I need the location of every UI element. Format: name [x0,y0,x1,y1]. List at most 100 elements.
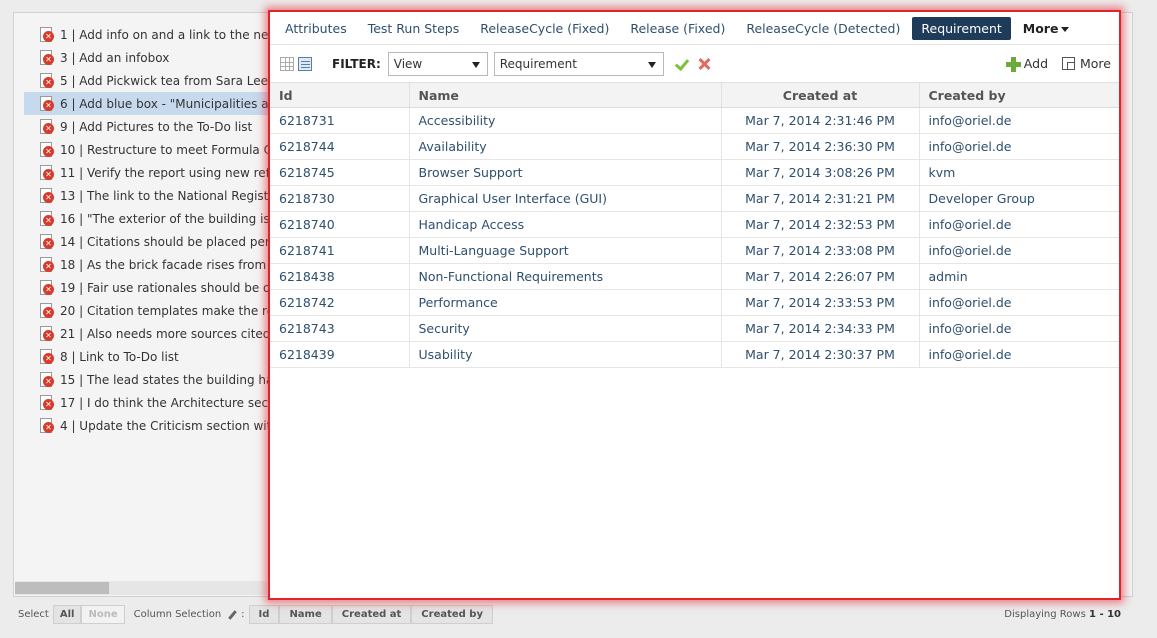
delete-mark-icon: ✕ [43,352,54,364]
cell-id[interactable]: 6218730 [270,185,410,212]
more-actions-icon[interactable] [1062,57,1075,70]
tab-test-run-steps[interactable]: Test Run Steps [359,17,469,40]
displaying-rows: Displaying Rows 1 - 10 [1004,609,1121,620]
deleted-document-icon: ✕ [40,302,54,319]
cell-id[interactable]: 6218439 [270,341,410,368]
column-header-name[interactable]: Name [409,82,722,108]
list-item[interactable]: ✕ 10 | Restructure to meet Formula On [24,138,274,161]
cell-name[interactable]: Handicap Access [409,211,722,238]
deleted-document-icon: ✕ [40,118,54,135]
pencil-icon[interactable] [228,610,238,620]
view-select[interactable]: View [387,51,488,76]
cell-name[interactable]: Browser Support [409,159,722,186]
deleted-document-icon: ✕ [40,417,54,434]
type-select[interactable]: Requirement [493,51,664,76]
column-toggle-button[interactable]: Created at [331,605,412,624]
list-item[interactable]: ✕ 3 | Add an infobox [24,46,274,69]
cell-id[interactable]: 6218742 [270,289,410,316]
cell-id[interactable]: 6218740 [270,211,410,238]
cell-id[interactable]: 6218745 [270,159,410,186]
cell-name[interactable]: Usability [409,341,722,368]
list-view-icon[interactable] [298,56,312,71]
cell-name[interactable]: Non-Functional Requirements [409,263,722,290]
delete-mark-icon: ✕ [43,122,54,134]
cell-name[interactable]: Availability [409,133,722,160]
cell-id[interactable]: 6218731 [270,107,410,134]
list-item[interactable]: ✕ 17 | I do think the Architecture sectio [24,391,274,414]
cell-created-at: Mar 7, 2014 3:08:26 PM [721,159,920,186]
scrollbar-thumb[interactable] [15,582,109,594]
table-row[interactable]: 6218438 Non-Functional Requirements Mar 7,… [270,263,1119,290]
tab-requirement[interactable]: Requirement [912,16,1011,40]
more-button[interactable]: More [1080,56,1111,71]
cell-name[interactable]: Accessibility [409,107,722,134]
list-item[interactable]: ✕ 21 | Also needs more sources cited f [24,322,274,345]
cell-created-by: info@oriel.de [919,133,1119,160]
cell-created-by: admin [919,263,1119,290]
cell-created-at: Mar 7, 2014 2:31:46 PM [721,107,920,134]
column-header-created-by[interactable]: Created by [919,82,1119,108]
list-item[interactable]: ✕ 5 | Add Pickwick tea from Sara Lee ( [24,69,274,92]
list-item[interactable]: ✕ 4 | Update the Criticism section with [24,414,274,437]
cell-created-by: info@oriel.de [919,341,1119,368]
column-toggle-button[interactable]: Created by [411,605,493,624]
column-toggle-button[interactable]: Name [279,605,332,624]
cell-created-by: info@oriel.de [919,211,1119,238]
apply-filter-icon[interactable] [674,56,690,72]
list-item[interactable]: ✕ 20 | Citation templates make the ref [24,299,274,322]
list-item[interactable]: ✕ 9 | Add Pictures to the To-Do list [24,115,274,138]
deleted-document-icon: ✕ [40,233,54,250]
list-item[interactable]: ✕ 8 | Link to To-Do list [24,345,274,368]
list-item[interactable]: ✕ 11 | Verify the report using new refe [24,161,274,184]
table-row[interactable]: 6218740 Handicap Access Mar 7, 2014 2:32:5… [270,211,1119,238]
column-header-created-at[interactable]: Created at [721,82,920,108]
list-item[interactable]: ✕ 18 | As the brick facade rises from th [24,253,274,276]
list-item[interactable]: ✕ 14 | Citations should be placed per W [24,230,274,253]
cell-created-at: Mar 7, 2014 2:32:53 PM [721,211,920,238]
list-item-label: 14 | Citations should be placed per W [60,234,274,249]
cell-name[interactable]: Security [409,315,722,342]
select-none-button[interactable]: None [81,605,125,624]
list-item[interactable]: ✕ 19 | Fair use rationales should be on [24,276,274,299]
deleted-document-icon: ✕ [40,325,54,342]
cell-id[interactable]: 6218744 [270,133,410,160]
list-item[interactable]: ✕ 13 | The link to the National Register [24,184,274,207]
column-toggle-button[interactable]: Id [248,605,280,624]
add-button[interactable]: Add [1024,56,1048,71]
cell-created-by: info@oriel.de [919,289,1119,316]
cell-id[interactable]: 6218438 [270,263,410,290]
cell-id[interactable]: 6218741 [270,237,410,264]
tab-releasecycle-fixed[interactable]: ReleaseCycle (Fixed) [471,17,618,40]
tab-release-fixed[interactable]: Release (Fixed) [621,17,734,40]
deleted-document-icon: ✕ [40,210,54,227]
list-item[interactable]: ✕ 16 | "The exterior of the building is a [24,207,274,230]
tab-attributes[interactable]: Attributes [276,17,356,40]
cell-name[interactable]: Performance [409,289,722,316]
cell-name[interactable]: Multi-Language Support [409,237,722,264]
table-row[interactable]: 6218743 Security Mar 7, 2014 2:34:33 PM inf… [270,315,1119,342]
table-row[interactable]: 6218730 Graphical User Interface (GUI) Mar… [270,185,1119,212]
list-item-label: 8 | Link to To-Do list [60,349,179,364]
grid-view-icon[interactable] [280,56,294,71]
list-item[interactable]: ✕ 1 | Add info on and a link to the new [24,23,274,46]
table-row[interactable]: 6218742 Performance Mar 7, 2014 2:33:53 PM… [270,289,1119,316]
clear-filter-icon[interactable] [696,56,712,72]
list-item-label: 21 | Also needs more sources cited f [60,326,274,341]
table-row[interactable]: 6218741 Multi-Language Support Mar 7, 2014… [270,237,1119,264]
table-row[interactable]: 6218745 Browser Support Mar 7, 2014 3:08:2… [270,159,1119,186]
table-row[interactable]: 6218744 Availability Mar 7, 2014 2:36:30 P… [270,133,1119,160]
delete-mark-icon: ✕ [43,76,54,88]
add-icon[interactable] [1005,56,1021,72]
table-row[interactable]: 6218731 Accessibility Mar 7, 2014 2:31:46 … [270,107,1119,134]
tab-more[interactable]: More [1014,17,1079,40]
horizontal-scrollbar[interactable] [15,581,267,595]
table-row[interactable]: 6218439 Usability Mar 7, 2014 2:30:37 PM in… [270,341,1119,368]
filter-toolbar: FILTER: View Requirement Add More [270,45,1119,82]
list-item[interactable]: ✕ 15 | The lead states the building has [24,368,274,391]
cell-name[interactable]: Graphical User Interface (GUI) [409,185,722,212]
select-all-button[interactable]: All [52,605,82,624]
cell-id[interactable]: 6218743 [270,315,410,342]
list-item[interactable]: ✕ 6 | Add blue box - "Municipalities and [24,92,274,115]
tab-releasecycle-detected[interactable]: ReleaseCycle (Detected) [737,17,909,40]
column-header-id[interactable]: Id [270,82,410,108]
